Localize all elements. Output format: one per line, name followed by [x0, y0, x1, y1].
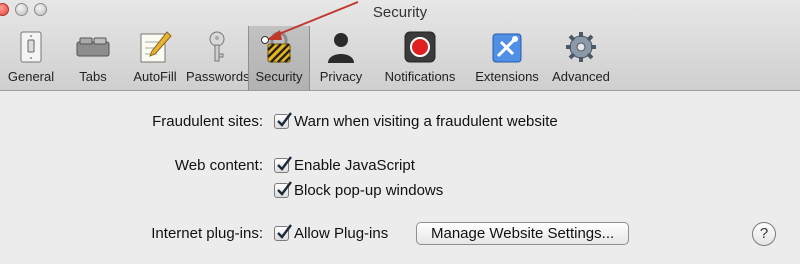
key-icon — [199, 30, 235, 64]
tab-tabs[interactable]: Tabs — [62, 26, 124, 90]
tab-label: Tabs — [79, 69, 107, 84]
notifications-record-icon — [402, 30, 438, 64]
window-toolbar: Security General Tabs AutoFill Passwords… — [0, 0, 800, 91]
autofill-pencil-icon — [137, 30, 173, 64]
checkmark-icon — [277, 181, 292, 196]
tab-general[interactable]: General — [0, 26, 62, 90]
help-button[interactable]: ? — [752, 222, 776, 246]
extensions-puzzle-icon — [489, 30, 525, 64]
tab-label: Passwords — [186, 69, 250, 84]
tab-label: Extensions — [475, 69, 539, 84]
fraudulent-warning-label[interactable]: Warn when visiting a fraudulent website — [294, 113, 558, 130]
checkmark-icon — [277, 112, 292, 127]
tab-notifications[interactable]: Notifications — [372, 26, 468, 90]
fraudulent-warning-checkbox[interactable] — [274, 112, 292, 129]
tab-advanced[interactable]: Advanced — [546, 26, 616, 90]
gear-icon — [563, 30, 599, 64]
enable-javascript-label[interactable]: Enable JavaScript — [294, 157, 415, 174]
light-switch-icon — [13, 30, 49, 64]
web-content-label: Web content: — [174, 157, 263, 174]
allow-plugins-label[interactable]: Allow Plug-ins — [294, 225, 388, 242]
tab-autofill[interactable]: AutoFill — [124, 26, 186, 90]
allow-plugins-checkbox[interactable] — [274, 224, 292, 241]
window-title: Security — [372, 4, 428, 21]
block-popups-checkbox[interactable] — [274, 181, 292, 198]
tab-extensions[interactable]: Extensions — [468, 26, 546, 90]
tabs-icon — [75, 30, 111, 64]
tab-label: Privacy — [319, 69, 363, 84]
checkmark-icon — [277, 224, 292, 239]
tab-passwords[interactable]: Passwords — [186, 26, 250, 90]
annotation-arrow-icon — [261, 1, 359, 44]
checkmark-icon — [277, 156, 292, 171]
tab-label: General — [7, 69, 55, 84]
enable-javascript-checkbox[interactable] — [274, 156, 292, 173]
tab-label: Security — [255, 69, 303, 84]
tab-label: AutoFill — [133, 69, 177, 84]
internet-plugins-label: Internet plug-ins: — [151, 225, 263, 242]
manage-website-settings-button[interactable]: Manage Website Settings... — [416, 222, 630, 245]
tab-label: Notifications — [384, 69, 456, 84]
tab-label: Advanced — [552, 69, 610, 84]
block-popups-label[interactable]: Block pop-up windows — [294, 182, 443, 199]
fraudulent-sites-label: Fraudulent sites: — [152, 113, 263, 130]
